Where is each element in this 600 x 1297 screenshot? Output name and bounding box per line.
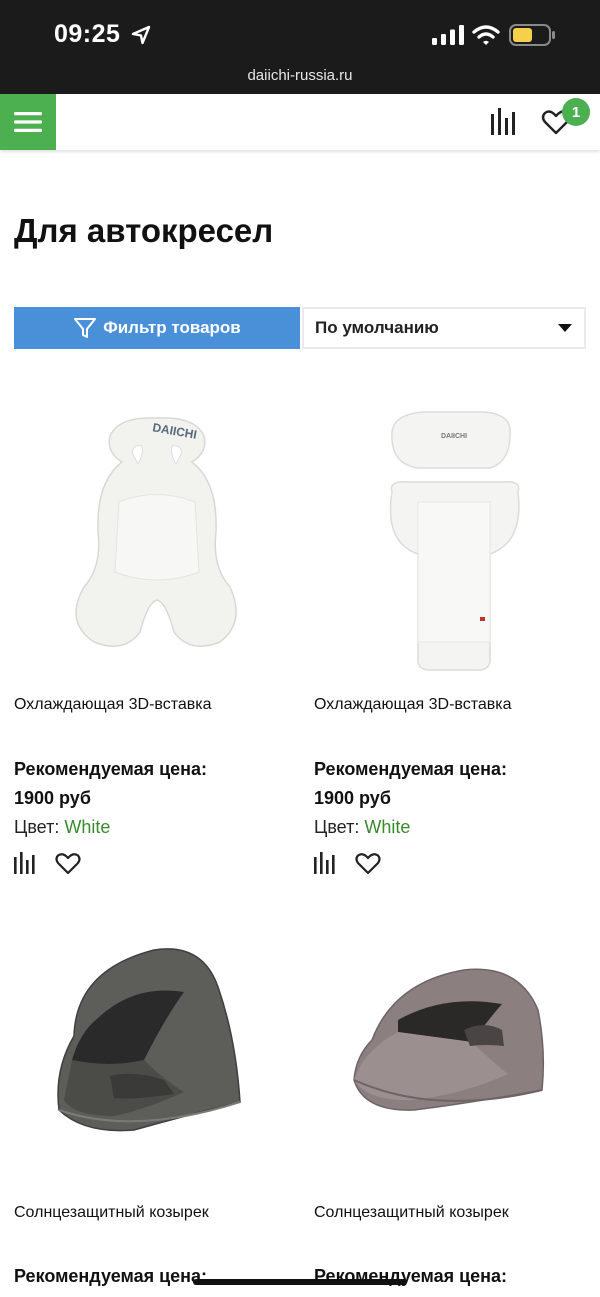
heart-icon[interactable] — [55, 851, 81, 875]
product-name[interactable]: Охлаждающая 3D-вставка — [14, 696, 212, 714]
compare-icon[interactable] — [490, 108, 518, 136]
product-color-value: White — [64, 817, 111, 837]
product-name[interactable]: Солнцезащитный козырек — [314, 1204, 509, 1222]
menu-button[interactable] — [0, 94, 56, 150]
location-arrow-icon — [131, 25, 151, 45]
favorites-count-badge: 1 — [562, 98, 590, 126]
product-card[interactable]: Солнцезащитный козырек Рекомендуемая цен… — [314, 920, 600, 1297]
product-name[interactable]: Солнцезащитный козырек — [14, 1204, 209, 1222]
filter-button-label: Фильтр товаров — [103, 318, 241, 337]
product-color: Цвет: White — [14, 817, 110, 838]
product-image-cooling-insert[interactable]: DAIICHI — [14, 392, 300, 672]
heart-icon[interactable] — [355, 851, 381, 875]
compare-icon[interactable] — [14, 852, 36, 874]
status-time: 09:25 — [54, 20, 121, 48]
home-indicator[interactable] — [193, 1279, 407, 1285]
hamburger-icon — [14, 112, 42, 132]
address-bar-url[interactable]: daiichi-russia.ru — [0, 67, 600, 84]
product-color-label: Цвет: — [14, 817, 60, 837]
product-color-label: Цвет: — [314, 817, 360, 837]
compare-icon[interactable] — [314, 852, 336, 874]
product-price-label: Рекомендуемая цена: — [14, 1266, 208, 1286]
product-image-cooling-insert[interactable]: DAIICHI — [314, 392, 600, 672]
product-name[interactable]: Охлаждающая 3D-вставка — [314, 696, 512, 714]
product-color-value: White — [364, 817, 411, 837]
caret-down-icon — [558, 324, 572, 332]
page-title: Для автокресел — [14, 212, 274, 249]
product-card[interactable]: Солнцезащитный козырек Рекомендуемая цен… — [14, 920, 300, 1297]
wifi-icon — [472, 25, 500, 45]
product-price: 1900 руб — [314, 788, 391, 808]
filter-products-button[interactable]: Фильтр товаров — [14, 307, 300, 349]
product-price-label: Рекомендуемая цена: — [314, 759, 508, 779]
funnel-icon — [74, 318, 97, 338]
product-image-sun-visor[interactable] — [14, 920, 300, 1200]
product-card[interactable]: DAIICHI Охлаждающая 3D-вставка Рекоменду… — [314, 392, 600, 875]
product-color: Цвет: White — [314, 817, 410, 838]
product-image-sun-visor[interactable] — [314, 920, 600, 1200]
signal-icon — [432, 25, 464, 45]
sort-select[interactable]: По умолчанию — [302, 307, 586, 349]
product-logo-text: DAIICHI — [441, 433, 467, 440]
product-card[interactable]: DAIICHI Охлаждающая 3D-вставка Рекоменду… — [14, 392, 300, 875]
battery-icon — [509, 24, 555, 46]
status-bar: 09:25 daiichi-russia.ru — [0, 0, 600, 94]
site-header — [0, 94, 600, 150]
sort-selected-value: По умолчанию — [315, 318, 439, 337]
product-price: 1900 руб — [14, 788, 91, 808]
product-price-label: Рекомендуемая цена: — [14, 759, 208, 779]
